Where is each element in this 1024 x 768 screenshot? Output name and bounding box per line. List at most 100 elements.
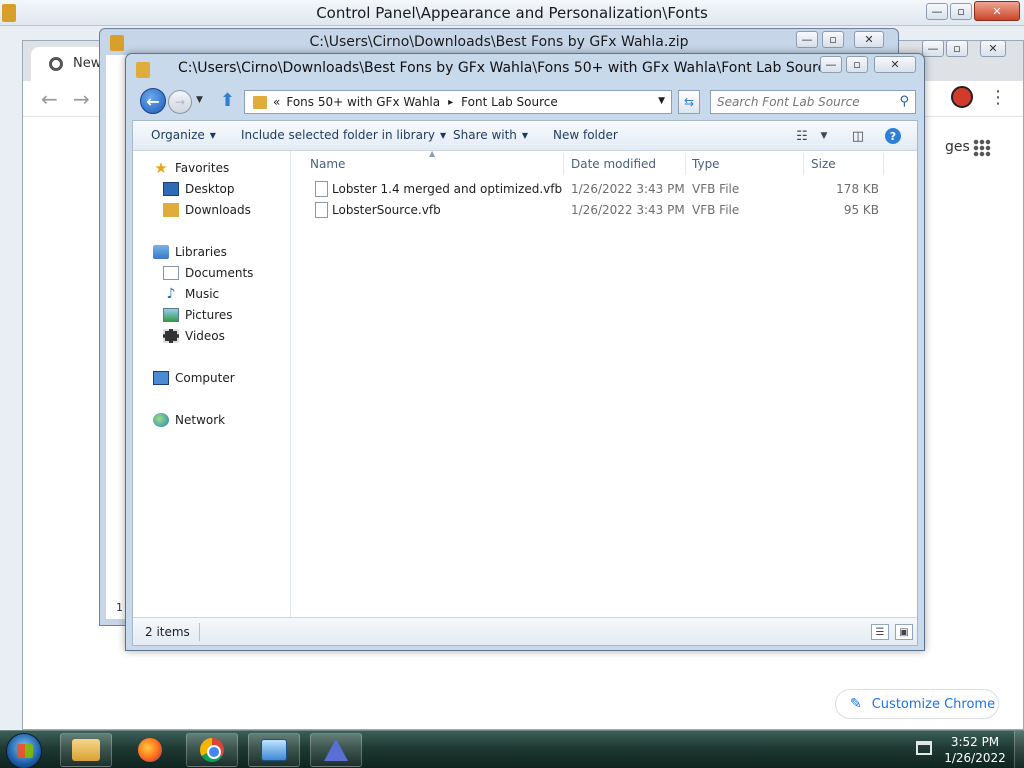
share-with-button[interactable]: Share with ▼ — [453, 128, 528, 142]
customize-chrome-button[interactable]: ✎ Customize Chrome — [835, 689, 999, 719]
chrome-images-link[interactable]: ges — [945, 139, 970, 155]
search-box[interactable]: ⚲ — [710, 90, 916, 114]
start-button[interactable] — [6, 733, 42, 768]
network-tray-icon[interactable] — [916, 741, 932, 755]
cp-close-button[interactable]: ✕ — [974, 1, 1020, 21]
taskbar-control-panel-button[interactable] — [248, 733, 300, 767]
file-name: LobsterSource.vfb — [332, 203, 441, 217]
address-dropdown-icon[interactable]: ▼ — [658, 96, 665, 106]
search-icon[interactable]: ⚲ — [899, 94, 909, 109]
breadcrumb-font-lab-source[interactable]: Font Lab Source — [461, 95, 558, 109]
organize-label: Organize — [151, 128, 205, 142]
zip-close-button[interactable]: ✕ — [854, 31, 884, 48]
include-dropdown-icon: ▼ — [439, 131, 447, 140]
explorer-minimize-button[interactable]: — — [820, 56, 842, 73]
computer-icon — [153, 371, 169, 385]
file-row[interactable]: LobsterSource.vfb 1/26/2022 3:43 PM VFB … — [293, 200, 893, 221]
nav-desktop[interactable]: Desktop — [163, 182, 235, 196]
taskbar-clock[interactable]: 3:52 PM 1/26/2022 — [940, 734, 1010, 766]
column-divider[interactable] — [883, 153, 884, 175]
nav-network[interactable]: Network — [153, 413, 225, 427]
column-header-name[interactable]: Name — [310, 157, 345, 171]
taskbar-fontlab-button[interactable] — [310, 733, 362, 767]
taskbar-chrome-button[interactable] — [186, 733, 238, 767]
column-header-size[interactable]: Size — [811, 157, 836, 171]
large-icons-view-icon[interactable]: ▣ — [895, 624, 913, 640]
show-desktop-button[interactable] — [1014, 731, 1024, 768]
nav-computer[interactable]: Computer — [153, 371, 235, 385]
nav-libraries[interactable]: Libraries — [153, 245, 227, 259]
taskbar-explorer-button[interactable] — [60, 733, 112, 767]
breadcrumb-fons-50[interactable]: Fons 50+ with GFx Wahla — [286, 95, 440, 109]
column-divider[interactable] — [685, 153, 686, 175]
chrome-forward-icon[interactable]: → — [73, 87, 90, 111]
nav-documents[interactable]: Documents — [163, 266, 253, 280]
nav-favorites-label: Favorites — [175, 161, 230, 175]
organize-button[interactable]: Organize ▼ — [151, 128, 216, 142]
cp-minimize-button[interactable]: — — [926, 3, 948, 20]
include-in-library-button[interactable]: Include selected folder in library ▼ — [241, 128, 446, 142]
file-row[interactable]: Lobster 1.4 merged and optimized.vfb 1/2… — [293, 179, 893, 200]
view-dropdown-icon[interactable]: ▼ — [813, 127, 835, 145]
column-divider[interactable] — [563, 153, 564, 175]
chrome-profile-avatar[interactable] — [951, 86, 973, 108]
file-size: 178 KB — [836, 182, 879, 196]
control-panel-titlebar[interactable]: Control Panel\Appearance and Personaliza… — [0, 0, 1024, 26]
nav-videos[interactable]: Videos — [163, 329, 225, 343]
zip-maximize-button[interactable]: ▫ — [822, 31, 844, 48]
nav-music-label: Music — [185, 287, 220, 301]
recent-pages-dropdown[interactable]: ▼ — [196, 95, 203, 105]
zip-minimize-button[interactable]: — — [796, 31, 818, 48]
nav-favorites[interactable]: ★ Favorites — [153, 159, 230, 177]
command-bar: Organize ▼ Include selected folder in lib… — [133, 121, 917, 151]
share-label: Share with — [453, 128, 517, 142]
forward-button[interactable]: → — [168, 90, 192, 114]
search-input[interactable] — [717, 95, 887, 109]
refresh-button[interactable]: ⇆ — [678, 90, 700, 114]
cp-maximize-button[interactable]: ▫ — [950, 3, 972, 20]
clock-date: 1/26/2022 — [944, 751, 1006, 765]
chrome-back-icon[interactable]: ← — [41, 87, 58, 111]
chrome-apps-icon[interactable] — [973, 139, 991, 157]
nav-downloads-label: Downloads — [185, 203, 251, 217]
fontlab-icon — [324, 739, 348, 761]
details-view-icon[interactable]: ☰ — [871, 624, 889, 640]
address-bar[interactable]: « Fons 50+ with GFx Wahla ▸ Font Lab Sou… — [244, 90, 672, 114]
breadcrumb-separator-icon[interactable]: ▸ — [448, 97, 453, 108]
chrome-maximize-button[interactable]: ▫ — [946, 40, 968, 57]
nav-network-label: Network — [175, 413, 226, 427]
explorer-close-button[interactable]: ✕ — [874, 56, 916, 73]
nav-pictures[interactable]: Pictures — [163, 308, 233, 322]
chrome-tab-icon — [49, 57, 63, 71]
forward-arrow-icon: → — [174, 95, 186, 109]
preview-pane-icon[interactable]: ◫ — [847, 127, 869, 145]
explorer-maximize-button[interactable]: ▫ — [846, 56, 868, 73]
new-folder-button[interactable]: New folder — [553, 128, 618, 142]
column-header-date[interactable]: Date modified — [571, 157, 656, 171]
folder-icon — [136, 62, 150, 78]
help-icon[interactable]: ? — [885, 128, 901, 144]
zip-status-stub: 1 — [116, 601, 123, 614]
customize-chrome-label: Customize Chrome — [871, 696, 996, 712]
nav-desktop-label: Desktop — [185, 182, 235, 196]
explorer-content: Organize ▼ Include selected folder in lib… — [132, 120, 918, 646]
chrome-menu-icon[interactable]: ⋮ — [989, 87, 1007, 108]
up-folder-icon[interactable]: ⬆ — [220, 90, 235, 111]
explorer-title: C:\Users\Cirno\Downloads\Best Fons by GF… — [178, 60, 834, 76]
address-overflow[interactable]: « — [273, 95, 280, 109]
back-arrow-icon: ← — [146, 91, 160, 111]
nav-music[interactable]: ♪ Music — [163, 286, 220, 302]
column-header-type[interactable]: Type — [692, 157, 720, 171]
status-bar: 2 items ☰ ▣ — [133, 617, 917, 645]
column-divider[interactable] — [803, 153, 804, 175]
change-view-icon[interactable]: ☷ — [791, 127, 813, 145]
organize-dropdown-icon: ▼ — [209, 131, 216, 140]
file-size: 95 KB — [843, 203, 879, 217]
nav-downloads[interactable]: Downloads — [163, 203, 251, 217]
chrome-minimize-button[interactable]: — — [922, 40, 944, 57]
chrome-close-button[interactable]: ✕ — [980, 40, 1006, 57]
explorer-titlebar[interactable]: C:\Users\Cirno\Downloads\Best Fons by GF… — [126, 54, 924, 82]
nav-pictures-label: Pictures — [185, 308, 233, 322]
taskbar-firefox-button[interactable] — [124, 733, 176, 767]
back-button[interactable]: ← — [140, 88, 166, 114]
